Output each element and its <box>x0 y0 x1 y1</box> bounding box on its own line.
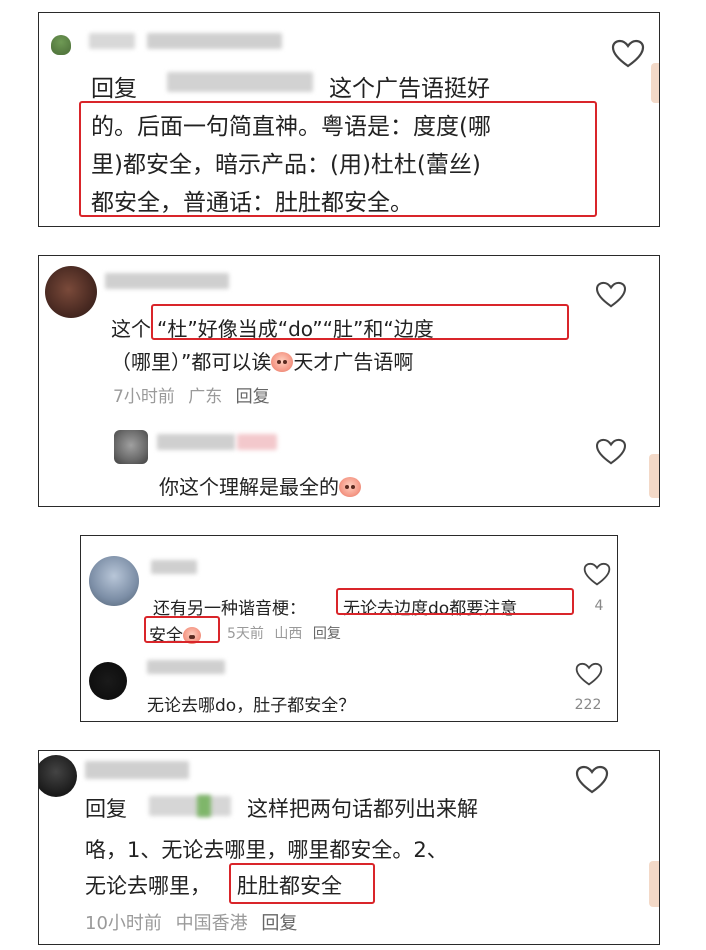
username-blurred-2 <box>147 33 282 49</box>
comment-meta: 5天前 山西 回复 <box>227 623 341 643</box>
comment-panel-4: 回复 这样把两句话都列出来解 咯，1、无论去哪里，哪里都安全。2、 无论去哪里，… <box>38 750 660 945</box>
username-blurred[interactable] <box>151 560 197 574</box>
reply-badge-blurred <box>237 434 277 450</box>
username-blurred[interactable] <box>147 660 225 674</box>
highlight-box <box>151 304 569 340</box>
reply-target-blurred[interactable] <box>149 796 231 816</box>
reply-target-blurred-2 <box>197 795 211 817</box>
side-tab-icon <box>649 454 659 498</box>
broccoli-avatar-icon[interactable] <box>51 35 71 55</box>
heart-icon[interactable] <box>583 562 611 587</box>
comment-panel-1: 回复 这个广告语挺好 的。后面一句简直神。粤语是：度度(哪 里)都安全，暗示产品… <box>38 12 660 227</box>
meta-location: 广东 <box>188 387 223 407</box>
user-avatar[interactable] <box>89 556 139 606</box>
reply-username-blurred[interactable] <box>157 434 235 450</box>
side-tab-icon <box>649 861 659 907</box>
comment-line-1-tail: 这个广告语挺好 <box>329 76 490 102</box>
comment-panel-3: 4 还有另一种谐音梗： 无论去边度do都要注意 安全 5天前 山西 回复 无论去… <box>80 535 618 722</box>
heart-icon[interactable] <box>595 438 627 466</box>
reply-target-blurred[interactable] <box>167 72 313 92</box>
reply-user-avatar[interactable] <box>114 430 148 464</box>
comment-text: 无论去哪do，肚子都安全？ <box>147 696 356 716</box>
comment-line-2-b: 天才广告语啊 <box>293 350 414 374</box>
highlight-box <box>336 588 574 615</box>
heart-icon[interactable] <box>575 662 603 687</box>
comment-meta: 7小时前 广东 回复 <box>113 382 270 407</box>
reply-text-content: 你这个理解是最全的 <box>159 475 339 499</box>
meta-location: 中国香港 <box>175 913 248 934</box>
reply-label[interactable]: 回复 <box>91 69 137 103</box>
comment-panel-2: 这个 “杜”好像当成“do”“肚”和“边度 （哪里）”都可以诶 天才广告语啊 7小… <box>38 255 660 507</box>
reply-link[interactable]: 回复 <box>313 626 341 642</box>
highlight-box <box>229 863 375 904</box>
reply-link[interactable]: 回复 <box>236 387 270 407</box>
meta-location: 山西 <box>274 626 303 642</box>
heart-icon[interactable] <box>595 281 627 309</box>
heart-icon[interactable] <box>575 765 609 795</box>
meta-time: 5天前 <box>227 626 264 642</box>
like-count: 4 <box>594 598 604 614</box>
heart-icon[interactable] <box>611 39 645 69</box>
meta-time: 7小时前 <box>113 387 175 407</box>
username-blurred[interactable] <box>105 273 229 289</box>
comment-line-3-prefix: 无论去哪里， <box>85 874 211 898</box>
comment-line-2: 咯，1、无论去哪里，哪里都安全。2、 <box>85 838 448 862</box>
smiley-emoji-icon <box>339 477 361 497</box>
meta-time: 10小时前 <box>85 913 162 934</box>
side-tab-icon <box>651 63 659 103</box>
username-blurred[interactable] <box>89 33 135 49</box>
username-blurred[interactable] <box>85 761 189 779</box>
reply-label[interactable]: 回复 <box>85 793 127 823</box>
reply-text: 你这个理解是最全的 <box>159 471 361 500</box>
soot-sprite-avatar-icon[interactable] <box>89 662 127 700</box>
comment-line-2: （哪里）”都可以诶 天才广告语啊 <box>111 346 413 375</box>
comment-meta: 10小时前 中国香港 回复 <box>85 909 297 935</box>
comment-line-1-prefix: 这个 <box>111 317 151 341</box>
highlight-box <box>144 616 220 643</box>
comment-line-1-tail: 这样把两句话都列出来解 <box>247 797 478 821</box>
reply-link[interactable]: 回复 <box>261 913 297 934</box>
user-avatar[interactable] <box>39 755 77 797</box>
highlight-box <box>79 101 597 217</box>
like-count: 222 <box>574 697 602 713</box>
smiley-emoji-icon <box>271 352 294 372</box>
comment-line-2-a: （哪里）”都可以诶 <box>111 350 272 374</box>
user-avatar[interactable] <box>45 266 97 318</box>
